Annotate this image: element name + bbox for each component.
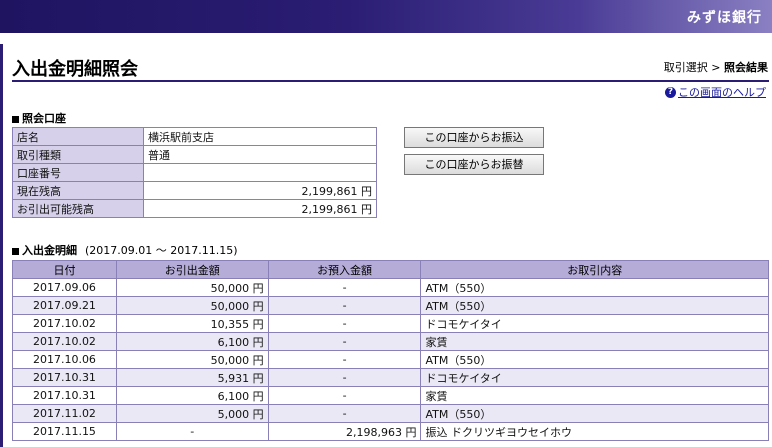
tx-description: 振込 ドクリツギヨウセイホウ	[420, 422, 769, 441]
tx-withdrawal: 5,931 円	[115, 368, 269, 387]
breadcrumb: 取引選択 > 照会結果	[664, 59, 768, 75]
tx-date: 2017.10.06	[12, 350, 117, 369]
tx-withdrawal: 10,355 円	[115, 314, 269, 333]
square-bullet-icon	[12, 247, 19, 255]
available-balance: 2,199,861 円	[143, 199, 377, 218]
account-row: 現在残高 2,199,861 円	[12, 181, 377, 200]
account-number	[143, 163, 377, 182]
help-link[interactable]: ? この画面のヘルプ	[665, 84, 766, 100]
header-banner: みずほ銀行	[0, 0, 772, 33]
account-label: 店名	[12, 127, 144, 146]
tx-date: 2017.10.02	[12, 314, 117, 333]
tx-description: ATM（550）	[420, 278, 769, 297]
tx-withdrawal: 50,000 円	[115, 278, 269, 297]
tx-date: 2017.09.21	[12, 296, 117, 315]
table-row: 2017.11.02 5,000 円 - ATM（550）	[12, 404, 769, 423]
tx-description: ドコモケイタイ	[420, 368, 769, 387]
tx-date: 2017.10.02	[12, 332, 117, 351]
tx-withdrawal: 50,000 円	[115, 350, 269, 369]
tx-withdrawal: 6,100 円	[115, 332, 269, 351]
tx-deposit: -	[267, 350, 422, 369]
account-row: 取引種類 普通	[12, 145, 377, 164]
tx-date: 2017.11.15	[12, 422, 117, 441]
tx-deposit: -	[267, 404, 422, 423]
tx-withdrawal: -	[115, 422, 269, 441]
account-label: お引出可能残高	[12, 199, 144, 218]
title-divider	[12, 80, 769, 82]
account-label: 現在残高	[12, 181, 144, 200]
table-row: 2017.10.06 50,000 円 - ATM（550）	[12, 350, 769, 369]
account-section-heading: 照会口座	[12, 110, 66, 126]
account-label: 口座番号	[12, 163, 144, 182]
tx-deposit: -	[267, 278, 422, 297]
table-row: 2017.10.02 6,100 円 - 家賃	[12, 332, 769, 351]
column-header-withdrawal: お引出金額	[115, 260, 269, 279]
help-icon: ?	[665, 86, 676, 98]
account-row: 店名 横浜駅前支店	[12, 127, 377, 146]
help-link-label: この画面のヘルプ	[678, 86, 766, 99]
tx-description: ATM（550）	[420, 350, 769, 369]
tx-deposit: -	[267, 386, 422, 405]
tx-description: ドコモケイタイ	[420, 314, 769, 333]
column-header-date: 日付	[12, 260, 117, 279]
column-header-description: お取引内容	[420, 260, 769, 279]
tx-description: ATM（550）	[420, 296, 769, 315]
table-row: 2017.10.31 5,931 円 - ドコモケイタイ	[12, 368, 769, 387]
table-row: 2017.09.21 50,000 円 - ATM（550）	[12, 296, 769, 315]
page-title: 入出金明細照会	[12, 59, 138, 80]
bank-logo: みずほ銀行	[687, 10, 762, 26]
branch-name: 横浜駅前支店	[143, 127, 377, 146]
tx-date: 2017.11.02	[12, 404, 117, 423]
table-row: 2017.09.06 50,000 円 - ATM（550）	[12, 278, 769, 297]
breadcrumb-prev[interactable]: 取引選択	[664, 61, 708, 74]
period-range: (2017.09.01 〜 2017.11.15)	[85, 244, 238, 257]
tx-deposit: 2,198,963 円	[267, 422, 422, 441]
tx-withdrawal: 50,000 円	[115, 296, 269, 315]
table-row: 2017.11.15 - 2,198,963 円 振込 ドクリツギヨウセイホウ	[12, 422, 769, 441]
square-bullet-icon	[12, 115, 19, 123]
table-row: 2017.10.31 6,100 円 - 家賃	[12, 386, 769, 405]
tx-withdrawal: 6,100 円	[115, 386, 269, 405]
left-accent-bar	[0, 44, 3, 447]
transactions-section-heading: 入出金明細 (2017.09.01 〜 2017.11.15)	[12, 242, 238, 258]
current-balance: 2,199,861 円	[143, 181, 377, 200]
tx-withdrawal: 5,000 円	[115, 404, 269, 423]
column-header-deposit: お預入金額	[267, 260, 422, 279]
account-type: 普通	[143, 145, 377, 164]
tx-description: 家賃	[420, 332, 769, 351]
transfer-furikae-button[interactable]: この口座からお振替	[404, 154, 544, 175]
transfer-furikomi-button[interactable]: この口座からお振込	[404, 127, 544, 148]
account-table: 店名 横浜駅前支店 取引種類 普通 口座番号 現在残高 2,199,861 円 …	[12, 127, 377, 218]
account-label: 取引種類	[12, 145, 144, 164]
tx-deposit: -	[267, 314, 422, 333]
tx-description: ATM（550）	[420, 404, 769, 423]
tx-date: 2017.10.31	[12, 386, 117, 405]
tx-deposit: -	[267, 368, 422, 387]
account-row: 口座番号	[12, 163, 377, 182]
table-row: 2017.10.02 10,355 円 - ドコモケイタイ	[12, 314, 769, 333]
tx-deposit: -	[267, 296, 422, 315]
tx-description: 家賃	[420, 386, 769, 405]
transactions-table: 日付 お引出金額 お預入金額 お取引内容 2017.09.06 50,000 円…	[12, 260, 769, 441]
breadcrumb-current: 照会結果	[724, 61, 768, 74]
account-row: お引出可能残高 2,199,861 円	[12, 199, 377, 218]
tx-deposit: -	[267, 332, 422, 351]
breadcrumb-separator: >	[707, 61, 724, 74]
tx-date: 2017.10.31	[12, 368, 117, 387]
table-header-row: 日付 お引出金額 お預入金額 お取引内容	[12, 260, 769, 279]
tx-date: 2017.09.06	[12, 278, 117, 297]
